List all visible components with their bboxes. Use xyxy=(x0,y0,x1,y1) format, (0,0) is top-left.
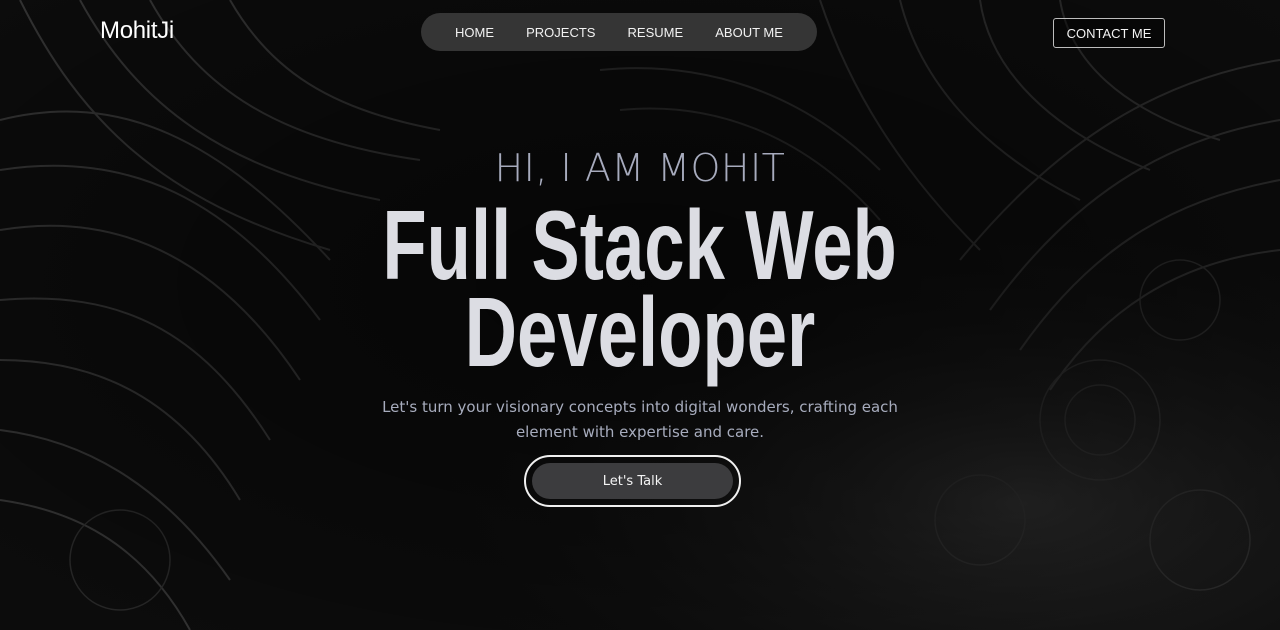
contact-me-button[interactable]: CONTACT ME xyxy=(1053,18,1165,48)
hero-greeting: HI, I AM MOHIT xyxy=(494,146,786,190)
hero-headline-line2-text: Developer xyxy=(464,277,816,387)
hero-headline-line2: Developer xyxy=(0,283,1280,381)
nav-resume[interactable]: RESUME xyxy=(628,25,684,40)
site-logo[interactable]: MohitJi xyxy=(100,17,174,45)
lets-talk-button[interactable]: Let's Talk xyxy=(524,455,741,507)
nav-projects[interactable]: PROJECTS xyxy=(526,25,595,40)
hero-subtext: Let's turn your visionary concepts into … xyxy=(382,398,898,441)
nav-home[interactable]: HOME xyxy=(455,25,494,40)
lets-talk-label: Let's Talk xyxy=(532,463,733,499)
nav-about-me[interactable]: ABOUT ME xyxy=(715,25,783,40)
main-nav: HOME PROJECTS RESUME ABOUT ME xyxy=(421,13,817,51)
